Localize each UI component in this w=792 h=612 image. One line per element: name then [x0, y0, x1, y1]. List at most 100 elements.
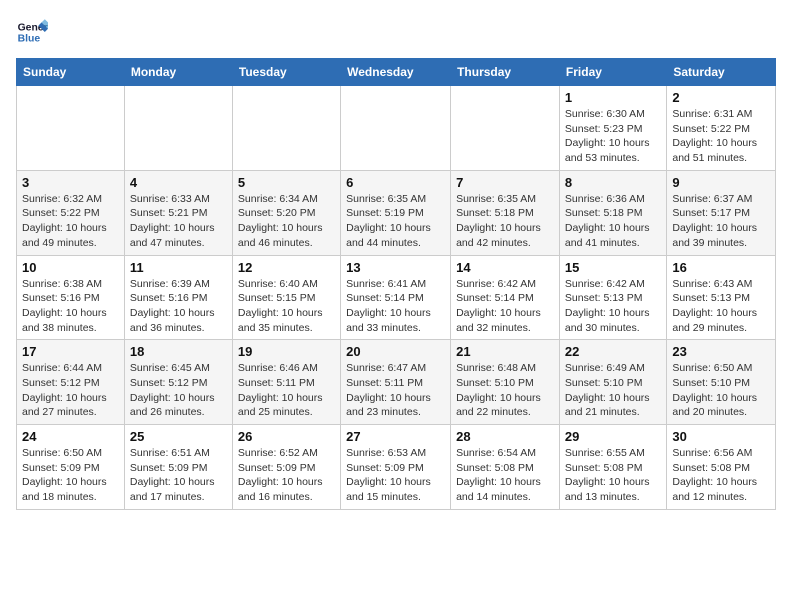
- day-info: Sunrise: 6:49 AM Sunset: 5:10 PM Dayligh…: [565, 361, 661, 420]
- day-cell: 8 Sunrise: 6:36 AM Sunset: 5:18 PM Daylig…: [559, 170, 666, 255]
- day-cell: 6 Sunrise: 6:35 AM Sunset: 5:19 PM Daylig…: [341, 170, 451, 255]
- day-number: 16: [672, 260, 770, 275]
- day-cell: 27 Sunrise: 6:53 AM Sunset: 5:09 PM Dayli…: [341, 425, 451, 510]
- day-cell: 20 Sunrise: 6:47 AM Sunset: 5:11 PM Dayli…: [341, 340, 451, 425]
- day-cell: [124, 86, 232, 171]
- day-number: 17: [22, 344, 119, 359]
- day-info: Sunrise: 6:41 AM Sunset: 5:14 PM Dayligh…: [346, 277, 445, 336]
- day-number: 18: [130, 344, 227, 359]
- weekday-header-sunday: Sunday: [17, 59, 125, 86]
- day-info: Sunrise: 6:39 AM Sunset: 5:16 PM Dayligh…: [130, 277, 227, 336]
- day-number: 3: [22, 175, 119, 190]
- day-info: Sunrise: 6:45 AM Sunset: 5:12 PM Dayligh…: [130, 361, 227, 420]
- day-info: Sunrise: 6:48 AM Sunset: 5:10 PM Dayligh…: [456, 361, 554, 420]
- day-number: 11: [130, 260, 227, 275]
- day-info: Sunrise: 6:42 AM Sunset: 5:14 PM Dayligh…: [456, 277, 554, 336]
- day-number: 22: [565, 344, 661, 359]
- day-number: 30: [672, 429, 770, 444]
- day-cell: 24 Sunrise: 6:50 AM Sunset: 5:09 PM Dayli…: [17, 425, 125, 510]
- day-cell: 13 Sunrise: 6:41 AM Sunset: 5:14 PM Dayli…: [341, 255, 451, 340]
- day-info: Sunrise: 6:37 AM Sunset: 5:17 PM Dayligh…: [672, 192, 770, 251]
- day-info: Sunrise: 6:53 AM Sunset: 5:09 PM Dayligh…: [346, 446, 445, 505]
- logo-icon: General Blue: [16, 16, 48, 48]
- weekday-header-thursday: Thursday: [451, 59, 560, 86]
- day-number: 26: [238, 429, 335, 444]
- weekday-header-friday: Friday: [559, 59, 666, 86]
- day-info: Sunrise: 6:55 AM Sunset: 5:08 PM Dayligh…: [565, 446, 661, 505]
- day-number: 19: [238, 344, 335, 359]
- day-cell: 29 Sunrise: 6:55 AM Sunset: 5:08 PM Dayli…: [559, 425, 666, 510]
- day-number: 9: [672, 175, 770, 190]
- weekday-header-row: SundayMondayTuesdayWednesdayThursdayFrid…: [17, 59, 776, 86]
- day-cell: 15 Sunrise: 6:42 AM Sunset: 5:13 PM Dayli…: [559, 255, 666, 340]
- day-cell: 1 Sunrise: 6:30 AM Sunset: 5:23 PM Daylig…: [559, 86, 666, 171]
- week-row-4: 17 Sunrise: 6:44 AM Sunset: 5:12 PM Dayli…: [17, 340, 776, 425]
- day-number: 4: [130, 175, 227, 190]
- day-info: Sunrise: 6:47 AM Sunset: 5:11 PM Dayligh…: [346, 361, 445, 420]
- day-info: Sunrise: 6:43 AM Sunset: 5:13 PM Dayligh…: [672, 277, 770, 336]
- day-info: Sunrise: 6:54 AM Sunset: 5:08 PM Dayligh…: [456, 446, 554, 505]
- day-number: 5: [238, 175, 335, 190]
- day-cell: 10Sunrise: 6:38 AM Sunset: 5:16 PM Dayli…: [17, 255, 125, 340]
- week-row-1: 1 Sunrise: 6:30 AM Sunset: 5:23 PM Daylig…: [17, 86, 776, 171]
- day-number: 25: [130, 429, 227, 444]
- day-cell: 23 Sunrise: 6:50 AM Sunset: 5:10 PM Dayli…: [667, 340, 776, 425]
- day-cell: 4 Sunrise: 6:33 AM Sunset: 5:21 PM Daylig…: [124, 170, 232, 255]
- day-number: 6: [346, 175, 445, 190]
- day-cell: 7 Sunrise: 6:35 AM Sunset: 5:18 PM Daylig…: [451, 170, 560, 255]
- day-info: Sunrise: 6:36 AM Sunset: 5:18 PM Dayligh…: [565, 192, 661, 251]
- page-header: General Blue: [16, 16, 776, 48]
- weekday-header-tuesday: Tuesday: [232, 59, 340, 86]
- day-info: Sunrise: 6:35 AM Sunset: 5:18 PM Dayligh…: [456, 192, 554, 251]
- day-number: 28: [456, 429, 554, 444]
- week-row-5: 24 Sunrise: 6:50 AM Sunset: 5:09 PM Dayli…: [17, 425, 776, 510]
- day-info: Sunrise: 6:50 AM Sunset: 5:09 PM Dayligh…: [22, 446, 119, 505]
- day-number: 14: [456, 260, 554, 275]
- day-cell: 2 Sunrise: 6:31 AM Sunset: 5:22 PM Daylig…: [667, 86, 776, 171]
- day-info: Sunrise: 6:31 AM Sunset: 5:22 PM Dayligh…: [672, 107, 770, 166]
- day-info: Sunrise: 6:33 AM Sunset: 5:21 PM Dayligh…: [130, 192, 227, 251]
- weekday-header-monday: Monday: [124, 59, 232, 86]
- day-info: Sunrise: 6:46 AM Sunset: 5:11 PM Dayligh…: [238, 361, 335, 420]
- week-row-2: 3Sunrise: 6:32 AM Sunset: 5:22 PM Daylig…: [17, 170, 776, 255]
- day-cell: 28 Sunrise: 6:54 AM Sunset: 5:08 PM Dayli…: [451, 425, 560, 510]
- day-number: 1: [565, 90, 661, 105]
- day-cell: 14 Sunrise: 6:42 AM Sunset: 5:14 PM Dayli…: [451, 255, 560, 340]
- day-info: Sunrise: 6:50 AM Sunset: 5:10 PM Dayligh…: [672, 361, 770, 420]
- day-number: 15: [565, 260, 661, 275]
- day-cell: 19 Sunrise: 6:46 AM Sunset: 5:11 PM Dayli…: [232, 340, 340, 425]
- day-info: Sunrise: 6:51 AM Sunset: 5:09 PM Dayligh…: [130, 446, 227, 505]
- day-number: 29: [565, 429, 661, 444]
- day-cell: 5 Sunrise: 6:34 AM Sunset: 5:20 PM Daylig…: [232, 170, 340, 255]
- day-info: Sunrise: 6:40 AM Sunset: 5:15 PM Dayligh…: [238, 277, 335, 336]
- logo: General Blue: [16, 16, 48, 48]
- day-cell: 21Sunrise: 6:48 AM Sunset: 5:10 PM Dayli…: [451, 340, 560, 425]
- weekday-header-saturday: Saturday: [667, 59, 776, 86]
- day-info: Sunrise: 6:34 AM Sunset: 5:20 PM Dayligh…: [238, 192, 335, 251]
- day-cell: [232, 86, 340, 171]
- day-number: 23: [672, 344, 770, 359]
- svg-text:Blue: Blue: [18, 34, 41, 45]
- day-number: 2: [672, 90, 770, 105]
- day-cell: 25 Sunrise: 6:51 AM Sunset: 5:09 PM Dayli…: [124, 425, 232, 510]
- day-cell: [451, 86, 560, 171]
- day-number: 8: [565, 175, 661, 190]
- day-number: 27: [346, 429, 445, 444]
- day-number: 20: [346, 344, 445, 359]
- day-info: Sunrise: 6:35 AM Sunset: 5:19 PM Dayligh…: [346, 192, 445, 251]
- day-cell: 3Sunrise: 6:32 AM Sunset: 5:22 PM Daylig…: [17, 170, 125, 255]
- day-cell: 26 Sunrise: 6:52 AM Sunset: 5:09 PM Dayli…: [232, 425, 340, 510]
- week-row-3: 10Sunrise: 6:38 AM Sunset: 5:16 PM Dayli…: [17, 255, 776, 340]
- day-info: Sunrise: 6:38 AM Sunset: 5:16 PM Dayligh…: [22, 277, 119, 336]
- day-cell: 22 Sunrise: 6:49 AM Sunset: 5:10 PM Dayli…: [559, 340, 666, 425]
- day-info: Sunrise: 6:42 AM Sunset: 5:13 PM Dayligh…: [565, 277, 661, 336]
- day-number: 13: [346, 260, 445, 275]
- day-cell: 17 Sunrise: 6:44 AM Sunset: 5:12 PM Dayli…: [17, 340, 125, 425]
- day-info: Sunrise: 6:30 AM Sunset: 5:23 PM Dayligh…: [565, 107, 661, 166]
- day-cell: 30Sunrise: 6:56 AM Sunset: 5:08 PM Dayli…: [667, 425, 776, 510]
- day-info: Sunrise: 6:52 AM Sunset: 5:09 PM Dayligh…: [238, 446, 335, 505]
- day-number: 7: [456, 175, 554, 190]
- day-cell: [341, 86, 451, 171]
- day-number: 24: [22, 429, 119, 444]
- day-info: Sunrise: 6:44 AM Sunset: 5:12 PM Dayligh…: [22, 361, 119, 420]
